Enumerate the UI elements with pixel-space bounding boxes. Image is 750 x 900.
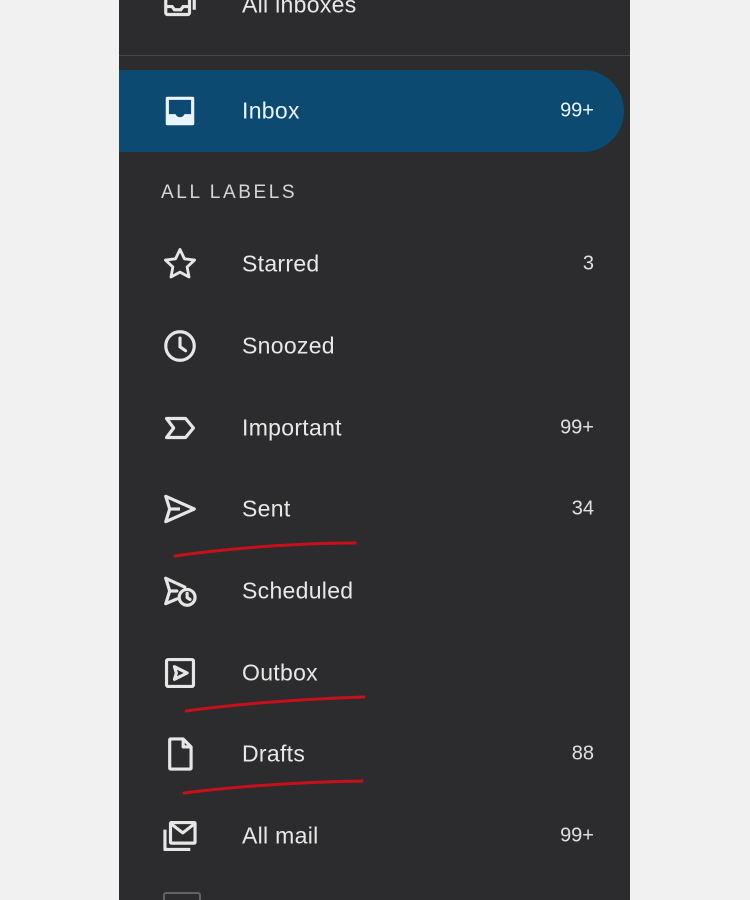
nav-item-all-inboxes[interactable]: All inboxes bbox=[119, 0, 624, 46]
nav-item-sent[interactable]: Sent 34 bbox=[119, 468, 624, 550]
nav-item-label: Scheduled bbox=[242, 577, 354, 604]
nav-item-important[interactable]: Important 99+ bbox=[119, 387, 624, 469]
nav-item-all-mail[interactable]: All mail 99+ bbox=[119, 795, 624, 877]
send-icon bbox=[161, 490, 199, 528]
nav-item-label: Starred bbox=[242, 250, 320, 277]
schedule-send-icon bbox=[161, 572, 199, 610]
nav-item-outbox[interactable]: Outbox bbox=[119, 632, 624, 714]
nav-item-label: Important bbox=[242, 414, 342, 441]
unread-count: 99+ bbox=[560, 99, 594, 122]
item-count: 34 bbox=[571, 497, 594, 520]
draft-icon bbox=[161, 735, 199, 773]
navigation-drawer: All inboxes Inbox 99+ ALL LABELS Starred… bbox=[119, 0, 630, 900]
nav-item-inbox[interactable]: Inbox 99+ bbox=[119, 70, 624, 152]
all-mail-icon bbox=[161, 817, 199, 855]
item-count: 99+ bbox=[560, 416, 594, 439]
nav-item-label: Outbox bbox=[242, 659, 318, 686]
item-count: 3 bbox=[582, 252, 594, 275]
nav-item-starred[interactable]: Starred 3 bbox=[119, 223, 624, 305]
nav-item-scheduled[interactable]: Scheduled bbox=[119, 550, 624, 632]
item-count: 99+ bbox=[560, 824, 594, 847]
nav-item-label: Sent bbox=[242, 495, 291, 522]
nav-item-label: All inboxes bbox=[242, 0, 357, 18]
outbox-icon bbox=[161, 654, 199, 692]
clock-icon bbox=[161, 327, 199, 365]
nav-item-label: Inbox bbox=[242, 97, 300, 124]
important-icon bbox=[161, 409, 199, 447]
nav-item-drafts[interactable]: Drafts 88 bbox=[119, 713, 624, 795]
star-icon bbox=[161, 245, 199, 283]
item-count: 88 bbox=[571, 742, 594, 765]
inbox-icon bbox=[161, 92, 199, 130]
section-title-all-labels: ALL LABELS bbox=[161, 182, 298, 203]
next-item-peek bbox=[163, 892, 201, 900]
nav-item-label: Drafts bbox=[242, 740, 306, 767]
divider bbox=[119, 55, 630, 56]
nav-item-label: Snoozed bbox=[242, 332, 335, 359]
nav-item-label: All mail bbox=[242, 822, 319, 849]
nav-item-snoozed[interactable]: Snoozed bbox=[119, 305, 624, 387]
all-inboxes-icon bbox=[161, 0, 199, 24]
